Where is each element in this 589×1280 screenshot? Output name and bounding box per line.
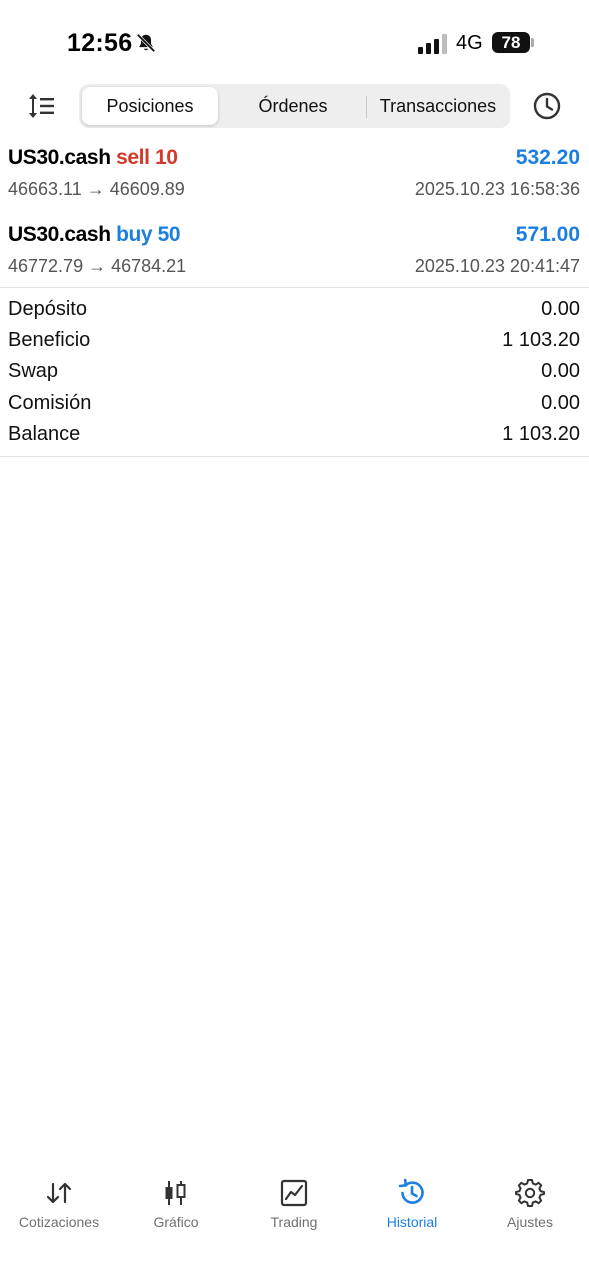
summary-label: Beneficio — [8, 329, 91, 351]
trade-side: buy 50 — [116, 223, 181, 246]
divider — [0, 456, 589, 457]
summary-label: Depósito — [8, 298, 87, 320]
trade-datetime: 2025.10.23 20:41:47 — [414, 256, 580, 276]
nav-trading[interactable]: Trading — [235, 1168, 353, 1238]
history-icon — [398, 1178, 424, 1204]
battery-tip — [531, 38, 534, 47]
trade-symbol: US30.cash buy 50 — [8, 223, 181, 247]
summary-label: Comisión — [8, 392, 92, 414]
trade-profit: 571.00 — [515, 223, 580, 246]
nav-cotizaciones[interactable]: Cotizaciones — [0, 1168, 118, 1238]
trade-prices: 46772.79 → 46784.21 — [8, 256, 187, 276]
nav-label: Cotizaciones — [18, 1214, 100, 1230]
trade-row[interactable]: US30.cash sell 10 532.20 46663.11 → 4660… — [0, 146, 589, 220]
summary-label: Swap — [8, 360, 59, 382]
summary-value: 0.00 — [541, 392, 580, 414]
summary-row-swap: Swap 0.00 — [0, 360, 589, 391]
signal-icon — [418, 34, 447, 54]
segmented-control: Posiciones Órdenes Transacciones — [79, 84, 510, 128]
quotes-icon — [46, 1182, 72, 1204]
nav-label: Trading — [270, 1214, 318, 1230]
chart-icon — [165, 1181, 186, 1205]
nav-historial[interactable]: Historial — [353, 1168, 471, 1238]
network-type: 4G — [456, 32, 483, 54]
divider — [0, 287, 589, 288]
trade-datetime: 2025.10.23 16:58:36 — [414, 179, 580, 199]
summary-row-balance: Balance 1 103.20 — [0, 423, 589, 454]
trade-prices: 46663.11 → 46609.89 — [8, 179, 185, 199]
tab-transacciones[interactable]: Transacciones — [368, 87, 508, 125]
summary-value: 1 103.20 — [502, 423, 580, 445]
clock-icon[interactable] — [532, 91, 562, 121]
summary-value: 0.00 — [541, 360, 580, 382]
sort-icon[interactable] — [26, 92, 58, 120]
trade-profit: 532.20 — [515, 146, 580, 169]
nav-label: Ajustes — [507, 1214, 553, 1230]
symbol-name: US30.cash — [8, 146, 111, 169]
segment-divider — [366, 96, 367, 118]
tab-posiciones[interactable]: Posiciones — [82, 87, 218, 125]
summary-value: 1 103.20 — [502, 329, 580, 351]
tab-ordenes[interactable]: Órdenes — [222, 87, 364, 125]
toolbar: Posiciones Órdenes Transacciones — [0, 82, 589, 128]
summary-value: 0.00 — [541, 298, 580, 320]
settings-icon — [515, 1179, 545, 1207]
battery-level: 78 — [501, 32, 521, 52]
nav-label: Historial — [386, 1214, 438, 1230]
bell-muted-icon — [136, 33, 156, 53]
nav-label: Gráfico — [153, 1214, 199, 1230]
battery-icon: 78 — [492, 32, 530, 53]
summary-label: Balance — [8, 423, 81, 445]
trade-side: sell 10 — [116, 146, 178, 169]
trade-row[interactable]: US30.cash buy 50 571.00 46772.79 → 46784… — [0, 223, 589, 297]
status-bar: 12:56 4G 78 — [0, 0, 589, 80]
summary-row-beneficio: Beneficio 1 103.20 — [0, 329, 589, 360]
symbol-name: US30.cash — [8, 223, 111, 246]
trading-icon — [280, 1179, 308, 1207]
tab-bar: Cotizaciones Gráfico Trading Historial A… — [0, 1168, 589, 1280]
status-time: 12:56 — [67, 29, 133, 57]
summary-row-deposito: Depósito 0.00 — [0, 298, 589, 329]
nav-grafico[interactable]: Gráfico — [117, 1168, 235, 1238]
trade-symbol: US30.cash sell 10 — [8, 146, 178, 170]
nav-ajustes[interactable]: Ajustes — [471, 1168, 589, 1238]
summary-row-comision: Comisión 0.00 — [0, 392, 589, 423]
